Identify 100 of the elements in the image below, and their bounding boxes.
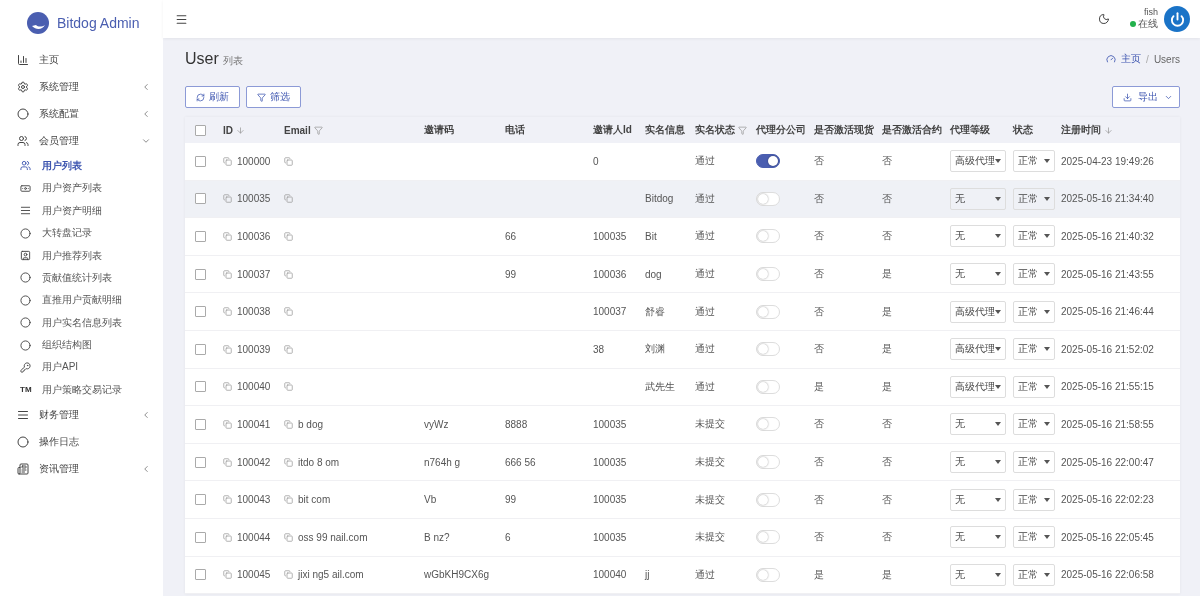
- sidebar-subitem[interactable]: 用户推荐列表: [0, 244, 163, 267]
- sidebar-item[interactable]: 系统配置: [0, 100, 163, 128]
- copy-icon[interactable]: [284, 269, 293, 279]
- status-select[interactable]: 正常: [1013, 225, 1055, 248]
- table-cell: 100000: [237, 155, 271, 167]
- sidebar-subitem[interactable]: 贡献值统计列表: [0, 266, 163, 290]
- checkbox[interactable]: [195, 418, 206, 430]
- copy-icon[interactable]: [223, 457, 232, 467]
- status-select[interactable]: 正常: [1013, 451, 1055, 474]
- copy-icon[interactable]: [284, 495, 293, 505]
- menu-icon[interactable]: [175, 12, 188, 26]
- copy-icon[interactable]: [223, 232, 232, 241]
- level-select[interactable]: 无: [950, 488, 1006, 511]
- status-select[interactable]: 正常: [1013, 488, 1055, 511]
- status-select[interactable]: 正常: [1013, 563, 1055, 586]
- level-select[interactable]: 无: [950, 263, 1006, 286]
- status-select[interactable]: 正常: [1013, 526, 1055, 549]
- checkbox[interactable]: [195, 343, 206, 355]
- sidebar-subitem[interactable]: TM 用户策略交易记录: [0, 378, 163, 402]
- level-select[interactable]: 高级代理: [950, 375, 1006, 398]
- status-select[interactable]: 正常: [1013, 413, 1055, 436]
- checkbox[interactable]: [195, 231, 206, 242]
- sidebar-subitem[interactable]: 组织结构图: [0, 333, 163, 357]
- copy-icon[interactable]: [284, 156, 293, 166]
- sidebar-subitem[interactable]: 用户API: [0, 356, 163, 379]
- status-select[interactable]: 正常: [1013, 338, 1055, 361]
- sidebar-item[interactable]: 财务管理: [0, 401, 163, 429]
- breadcrumb-item[interactable]: 主页: [1121, 52, 1142, 66]
- copy-icon[interactable]: [223, 156, 232, 166]
- checkbox[interactable]: [195, 124, 206, 136]
- export-button[interactable]: 导出: [1112, 86, 1180, 108]
- sidebar-subitem[interactable]: 直推用户贡献明细: [0, 289, 163, 312]
- copy-icon[interactable]: [223, 307, 232, 317]
- sidebar-item[interactable]: 操作日志: [0, 428, 163, 456]
- copy-icon[interactable]: [223, 269, 232, 279]
- copy-icon[interactable]: [223, 419, 232, 429]
- status-select[interactable]: 正常: [1013, 187, 1055, 210]
- copy-icon[interactable]: [284, 194, 293, 204]
- sidebar-item[interactable]: 会员管理: [0, 127, 163, 155]
- checkbox[interactable]: [195, 193, 206, 205]
- filter-button[interactable]: 筛选: [246, 86, 301, 108]
- checkbox[interactable]: [195, 155, 206, 167]
- sidebar-subitem[interactable]: 大转盘记录: [0, 221, 163, 245]
- copy-icon[interactable]: [223, 495, 232, 505]
- copy-icon[interactable]: [284, 344, 293, 354]
- copy-icon[interactable]: [284, 307, 293, 317]
- level-select[interactable]: 高级代理: [950, 338, 1006, 361]
- level-select[interactable]: 无: [950, 187, 1006, 210]
- copy-icon[interactable]: [284, 457, 293, 467]
- table-cell: 100037: [237, 268, 271, 280]
- status-select[interactable]: 正常: [1013, 375, 1055, 398]
- level-select[interactable]: 无: [950, 526, 1006, 549]
- level-select[interactable]: 无: [950, 563, 1006, 586]
- checkbox[interactable]: [195, 381, 206, 393]
- copy-icon[interactable]: [223, 194, 232, 204]
- table-cell: wGbKH9CX6g: [424, 569, 490, 581]
- copy-icon[interactable]: [284, 419, 293, 429]
- online-status: 在线: [1130, 17, 1158, 31]
- copy-icon[interactable]: [284, 382, 293, 392]
- sidebar-item[interactable]: 资讯管理: [0, 455, 163, 483]
- table-cell: Bitdog: [645, 193, 674, 205]
- caret-icon: [1044, 384, 1050, 389]
- checkbox[interactable]: [195, 494, 206, 506]
- checkbox[interactable]: [195, 268, 206, 280]
- copy-icon[interactable]: [223, 344, 232, 354]
- checkbox[interactable]: [195, 569, 206, 581]
- refresh-button[interactable]: 刷新: [185, 86, 240, 108]
- checkbox[interactable]: [195, 306, 206, 318]
- avatar[interactable]: [1164, 6, 1190, 32]
- table-cell: 是: [882, 379, 892, 394]
- status-select[interactable]: 正常: [1013, 300, 1055, 323]
- checkbox[interactable]: [195, 456, 206, 468]
- table-cell: 666 56: [505, 456, 536, 468]
- table-cell: bit com: [298, 494, 331, 506]
- filter-icon: [738, 125, 747, 135]
- status-select[interactable]: 正常: [1013, 150, 1055, 173]
- toggle-switch[interactable]: [756, 154, 780, 169]
- moon-icon[interactable]: [1098, 13, 1110, 25]
- sidebar-subitem[interactable]: 用户实名信息列表: [0, 311, 163, 334]
- level-select[interactable]: 无: [950, 413, 1006, 436]
- level-select[interactable]: 无: [950, 451, 1006, 474]
- table-cell: 否: [814, 492, 824, 507]
- status-select[interactable]: 正常: [1013, 263, 1055, 286]
- level-select[interactable]: 无: [950, 225, 1006, 248]
- copy-icon[interactable]: [284, 232, 293, 241]
- copy-icon[interactable]: [223, 382, 232, 392]
- level-select[interactable]: 高级代理: [950, 150, 1006, 173]
- sidebar-subitem[interactable]: 用户列表: [0, 154, 163, 178]
- copy-icon[interactable]: [223, 570, 232, 580]
- sidebar-subitem[interactable]: 用户资产列表: [0, 177, 163, 200]
- sidebar-subitem[interactable]: 用户资产明细: [0, 199, 163, 222]
- caret-icon: [1044, 234, 1050, 239]
- level-select[interactable]: 高级代理: [950, 300, 1006, 323]
- checkbox[interactable]: [195, 531, 206, 543]
- sidebar-item[interactable]: 系统管理: [0, 73, 163, 101]
- table-cell: 否: [814, 267, 824, 282]
- copy-icon[interactable]: [284, 532, 293, 542]
- copy-icon[interactable]: [284, 570, 293, 580]
- sidebar-item[interactable]: 主页: [0, 46, 163, 74]
- copy-icon[interactable]: [223, 532, 232, 542]
